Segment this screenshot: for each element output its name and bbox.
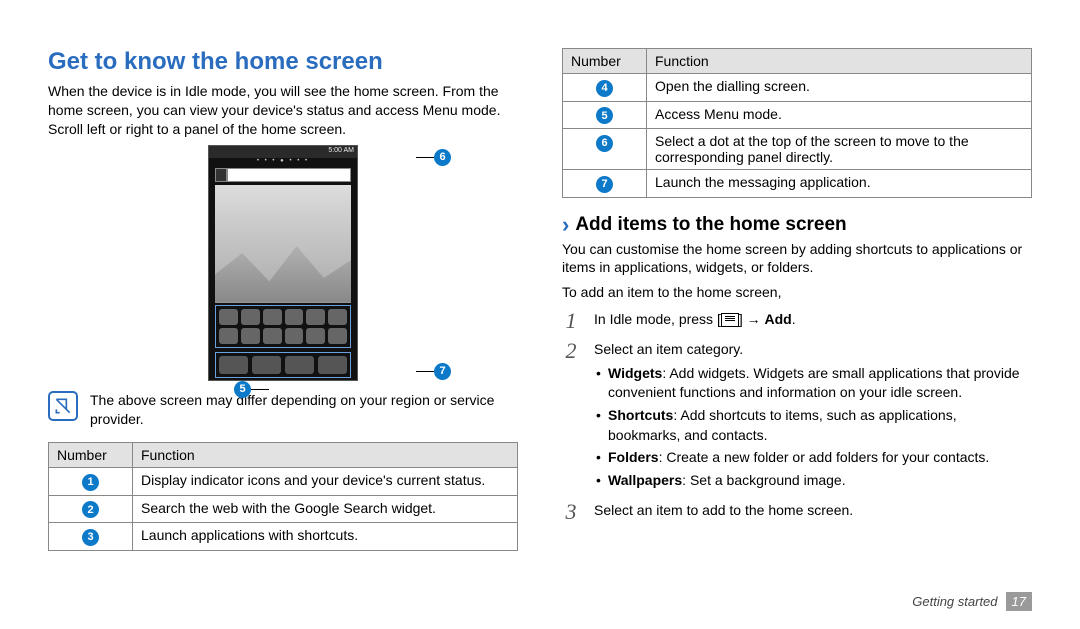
subsection-lead: To add an item to the home screen, [562, 283, 1032, 302]
callout-5: 5 [234, 381, 269, 398]
function-table-1: Number Function 1 Display indicator icon… [48, 442, 518, 551]
right-column: Number Function 4 Open the dialling scre… [562, 48, 1032, 561]
menu-key-icon [721, 313, 739, 327]
step-3: 3 Select an item to add to the home scre… [562, 501, 1032, 523]
phone-app-grid [215, 305, 351, 348]
bullet-folders: Folders: Create a new folder or add fold… [594, 448, 1032, 468]
subsection-intro: You can customise the home screen by add… [562, 240, 1032, 278]
footer-section-name: Getting started [912, 594, 997, 609]
bullet-shortcuts: Shortcuts: Add shortcuts to items, such … [594, 406, 1032, 445]
phone-status-bar: 5:00 AM [209, 146, 357, 158]
bullet-widgets: Widgets: Add widgets. Widgets are small … [594, 364, 1032, 403]
table-row: 4 Open the dialling screen. [563, 74, 1032, 102]
step-1: 1 In Idle mode, press [] → Add. [562, 310, 1032, 332]
intro-paragraph: When the device is in Idle mode, you wil… [48, 82, 518, 139]
section-title: Get to know the home screen [48, 48, 518, 76]
table-row: 2 Search the web with the Google Search … [49, 495, 518, 523]
phone-illustration: 1 2 3 4 5 6 7 5:00 AM • • • ● [48, 145, 518, 381]
phone-panel-dots: • • • ● • • • [215, 158, 351, 164]
callout-7: 7 [416, 363, 451, 380]
footer-page-number: 17 [1006, 592, 1032, 611]
th-number: Number [49, 443, 133, 468]
function-table-2: Number Function 4 Open the dialling scre… [562, 48, 1032, 198]
phone-search-widget [215, 168, 351, 182]
th-function: Function [133, 443, 518, 468]
phone-dock [215, 352, 351, 378]
callout-6: 6 [416, 149, 451, 166]
steps-list: 1 In Idle mode, press [] → Add. 2 Select… [562, 310, 1032, 523]
table-row: 7 Launch the messaging application. [563, 170, 1032, 198]
table-row: 6 Select a dot at the top of the screen … [563, 129, 1032, 170]
step-2: 2 Select an item category. Widgets: Add … [562, 340, 1032, 493]
th-number: Number [563, 49, 647, 74]
left-column: Get to know the home screen When the dev… [48, 48, 518, 561]
table-row: 1 Display indicator icons and your devic… [49, 468, 518, 496]
th-function: Function [647, 49, 1032, 74]
table-row: 3 Launch applications with shortcuts. [49, 523, 518, 551]
phone-wallpaper [215, 185, 351, 303]
phone-mock: 5:00 AM • • • ● • • • [208, 145, 358, 381]
subsection-title: › Add items to the home screen [562, 214, 1032, 236]
note-icon [48, 391, 78, 421]
note-text: The above screen may differ depending on… [90, 391, 518, 429]
bullet-wallpapers: Wallpapers: Set a background image. [594, 471, 1032, 491]
note-block: The above screen may differ depending on… [48, 391, 518, 429]
page-footer: Getting started 17 [912, 592, 1032, 611]
table-row: 5 Access Menu mode. [563, 101, 1032, 129]
